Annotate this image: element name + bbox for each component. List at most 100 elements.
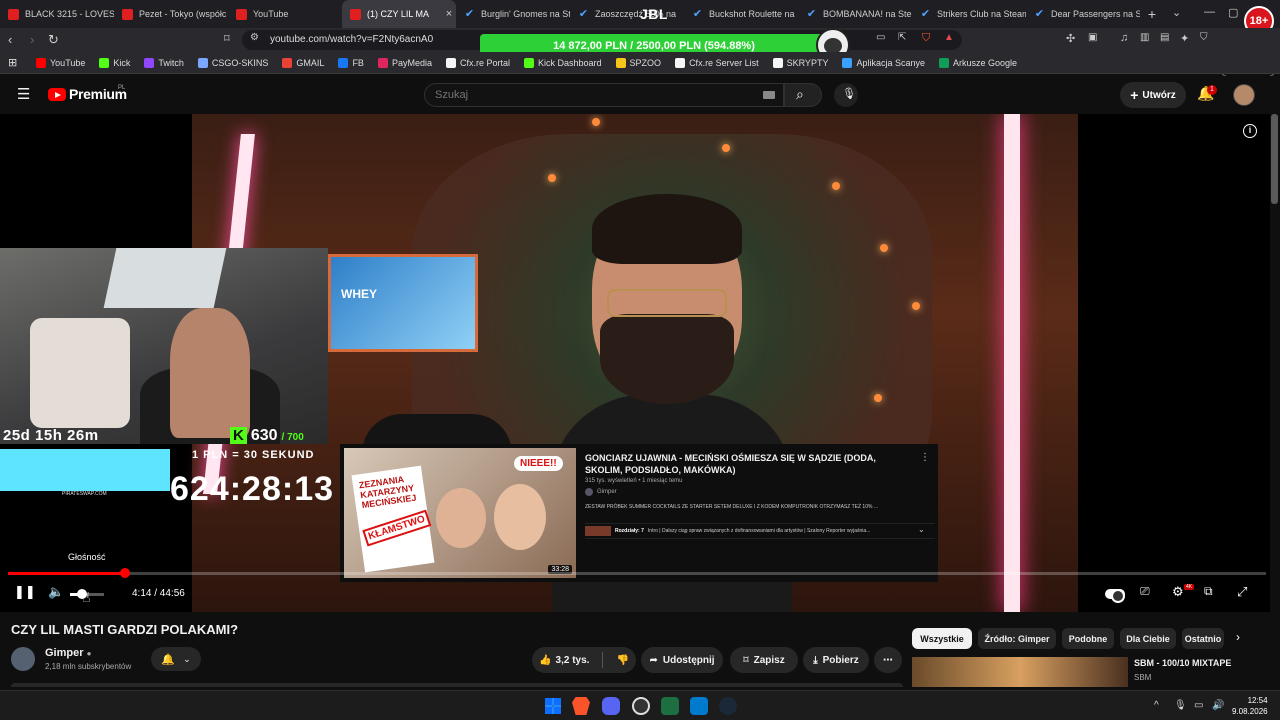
mic-tray-icon[interactable]: 🎙 bbox=[1174, 700, 1187, 711]
bookmark-item[interactable]: Cfx.re Server List bbox=[675, 57, 759, 68]
download-button[interactable]: ⤓ Pobierz bbox=[803, 647, 869, 673]
wallet-icon[interactable]: ▤ bbox=[1160, 32, 1169, 43]
preview-thumbnail[interactable]: ZEZNANIA KATARZYNY MECIŃSKIEJ KŁAMSTWO N… bbox=[344, 448, 576, 578]
keyboard-icon[interactable] bbox=[763, 91, 775, 99]
page-scrollbar[interactable] bbox=[1271, 114, 1278, 204]
speaker-icon[interactable]: 🔊 bbox=[1212, 700, 1224, 711]
browser-tab[interactable]: ✔ BOMBANANA! na Ste bbox=[798, 0, 912, 28]
share-page-icon[interactable]: ⇱ bbox=[898, 32, 906, 43]
search-input[interactable] bbox=[435, 89, 735, 101]
video-hover-preview[interactable]: ZEZNANIA KATARZYNY MECIŃSKIEJ KŁAMSTWO N… bbox=[340, 444, 938, 582]
browser-tab[interactable]: YouTube bbox=[228, 0, 342, 28]
filter-chip[interactable]: Źródło: Gimper bbox=[978, 628, 1056, 649]
browser-tab[interactable]: (1) CZY LIL MA × bbox=[342, 0, 456, 28]
share-button[interactable]: ➦ Udostępnij bbox=[641, 647, 723, 673]
obs-icon[interactable] bbox=[632, 697, 650, 715]
autoplay-toggle[interactable] bbox=[1105, 589, 1125, 603]
dislike-button[interactable]: 👎 bbox=[616, 655, 628, 666]
browser-tab[interactable]: ✔ Dear Passengers na St bbox=[1026, 0, 1140, 28]
save-button[interactable]: ⌑ Zapisz bbox=[730, 647, 798, 673]
restore-icon[interactable]: ▢ bbox=[1228, 6, 1238, 19]
back-icon[interactable]: ‹ bbox=[8, 32, 12, 47]
channel-avatar[interactable] bbox=[11, 647, 35, 671]
site-info-icon[interactable]: ⚙ bbox=[250, 32, 259, 43]
network-icon[interactable]: ▭ bbox=[1194, 700, 1203, 711]
settings-gear-icon[interactable]: ⚙ bbox=[1172, 584, 1184, 600]
browser-tab[interactable]: Pezet - Tokyo (współc bbox=[114, 0, 228, 28]
brave-icon[interactable] bbox=[572, 697, 590, 715]
extensions-icon[interactable]: ✣ bbox=[1066, 32, 1075, 45]
apps-grid-icon[interactable]: ⊞ bbox=[8, 56, 17, 69]
url-text[interactable]: youtube.com/watch?v=F2Nty6acnA0 bbox=[270, 34, 433, 45]
youtube-logo-icon[interactable] bbox=[48, 88, 66, 101]
reload-icon[interactable]: ↻ bbox=[48, 32, 59, 48]
browser-tab[interactable]: ✔ Strikers Club na Steam bbox=[912, 0, 1026, 28]
bookmark-icon[interactable]: ⌑ bbox=[224, 32, 230, 45]
filter-chip[interactable]: Dla Ciebie bbox=[1120, 628, 1176, 649]
browser-tab[interactable]: ✔ Buckshot Roulette na bbox=[684, 0, 798, 28]
bookmark-item[interactable]: SPZOO bbox=[615, 57, 661, 68]
bookmark-item[interactable]: GMAIL bbox=[282, 57, 324, 68]
bookmark-item[interactable]: YouTube bbox=[36, 57, 85, 68]
preview-title[interactable]: GONCIARZ UJAWNIA - MECIŃSKI OŚMIESZA SIĘ… bbox=[585, 452, 905, 476]
video-player[interactable]: WHEY 25d 15h 26m K 630 / 700 PIRATESWAP.… bbox=[0, 114, 1270, 612]
browser-tab[interactable]: BLACK 3215 - LOVEST bbox=[0, 0, 114, 28]
chevron-down-icon[interactable]: ⌄ bbox=[918, 525, 925, 534]
voice-search-button[interactable]: 🎙 bbox=[834, 83, 858, 107]
brave-shield-icon[interactable]: ⛉ bbox=[922, 32, 930, 45]
bookmark-item[interactable]: Twitch bbox=[144, 57, 184, 68]
progress-scrubber[interactable] bbox=[120, 568, 131, 578]
like-button[interactable]: 👍 3,2 tys. bbox=[539, 655, 589, 666]
create-button[interactable]: + Utwórz bbox=[1120, 82, 1186, 108]
preview-chapters[interactable]: Rozdziały: 7 Intro | Dalszy ciąg spraw z… bbox=[585, 523, 935, 539]
preview-channel-avatar[interactable] bbox=[585, 488, 593, 496]
preview-channel[interactable]: Gimper bbox=[597, 489, 617, 495]
info-icon[interactable]: i bbox=[1243, 124, 1257, 138]
new-tab-button[interactable]: + bbox=[1140, 6, 1164, 22]
account-avatar[interactable] bbox=[1233, 84, 1255, 106]
bookmark-item[interactable]: Kick Dashboard bbox=[524, 57, 602, 68]
channel-name[interactable]: Gimper ● bbox=[45, 647, 91, 659]
recommendation-channel[interactable]: SBM bbox=[1134, 673, 1151, 682]
description-box[interactable] bbox=[11, 683, 903, 687]
browser-tab[interactable]: ✔ Burglin' Gnomes na St bbox=[456, 0, 570, 28]
pause-icon[interactable]: ❚❚ bbox=[14, 584, 36, 600]
recommendation-thumbnail[interactable] bbox=[912, 657, 1128, 687]
steam-icon[interactable] bbox=[719, 697, 737, 715]
vscode-icon[interactable] bbox=[690, 697, 708, 715]
filter-chip[interactable]: Ostatnio bbox=[1182, 628, 1224, 649]
close-tab-icon[interactable]: × bbox=[442, 8, 456, 20]
forward-icon[interactable]: › bbox=[30, 32, 34, 47]
sidebar-icon[interactable]: ▥ bbox=[1140, 32, 1149, 43]
chevron-right-icon[interactable]: › bbox=[1236, 630, 1240, 644]
bookmark-item[interactable]: CSGO-SKINS bbox=[197, 57, 268, 68]
minimize-icon[interactable]: — bbox=[1204, 6, 1215, 18]
fullscreen-icon[interactable]: ⤢ bbox=[1237, 584, 1247, 600]
search-box[interactable] bbox=[424, 83, 784, 107]
tray-overflow-icon[interactable]: ^ bbox=[1154, 700, 1159, 711]
preview-more-icon[interactable]: ⋮ bbox=[920, 452, 930, 463]
progress-bar[interactable] bbox=[8, 568, 1266, 578]
bookmark-item[interactable]: SKRYPTY bbox=[772, 57, 828, 68]
clock[interactable]: 12:54 9.08.2026 bbox=[1232, 695, 1268, 717]
install-icon[interactable]: ▭ bbox=[876, 32, 885, 43]
channel-name-text[interactable]: Gimper bbox=[45, 647, 84, 659]
bookmark-item[interactable]: Kick bbox=[99, 57, 130, 68]
filter-chip[interactable]: Wszystkie bbox=[912, 628, 972, 649]
search-button[interactable]: ⌕ bbox=[784, 83, 822, 107]
bookmark-item[interactable]: Aplikacja Scanye bbox=[842, 57, 925, 68]
miniplayer-icon[interactable]: ⧉ bbox=[1204, 584, 1213, 599]
bookmark-item[interactable]: FB bbox=[338, 57, 364, 68]
screenshot-icon[interactable]: ▣ bbox=[1088, 32, 1097, 43]
excel-icon[interactable] bbox=[661, 697, 679, 715]
filter-chip[interactable]: Podobne bbox=[1062, 628, 1114, 649]
bookmark-item[interactable]: Arkusze Google bbox=[939, 57, 1017, 68]
leo-ai-icon[interactable]: ✦ bbox=[1180, 32, 1189, 45]
subscribed-notifications-button[interactable]: 🔔 ⌄ bbox=[151, 647, 201, 671]
volume-icon[interactable]: 🔈 bbox=[48, 584, 64, 600]
start-icon[interactable] bbox=[544, 697, 562, 715]
more-actions-button[interactable]: ⋯ bbox=[874, 647, 902, 673]
brave-rewards-icon[interactable]: ▲ bbox=[944, 32, 954, 43]
vpn-icon[interactable]: ⛉ bbox=[1200, 32, 1208, 43]
subtitles-icon[interactable]: ⎚ bbox=[1140, 584, 1150, 599]
